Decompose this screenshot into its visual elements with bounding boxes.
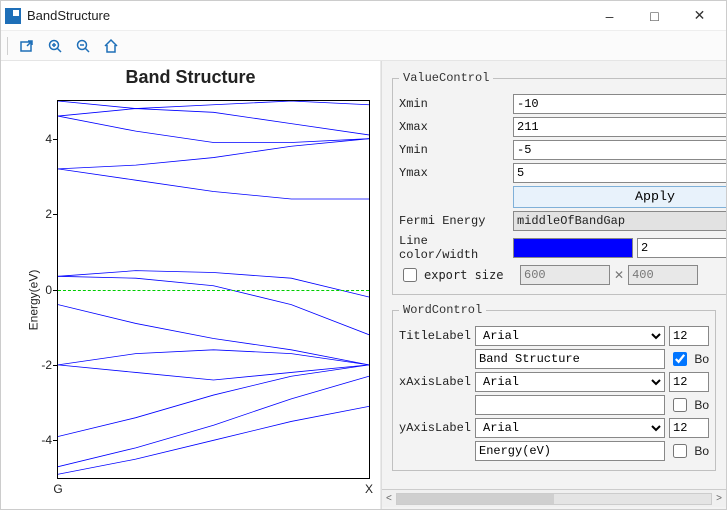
title-bold-checkbox[interactable] <box>673 352 687 366</box>
xaxis-bold-label: Bo <box>694 398 709 412</box>
fermi-line <box>58 290 369 291</box>
line-width-input[interactable] <box>637 238 726 258</box>
value-control-legend: ValueControl <box>399 71 493 85</box>
xmax-label: Xmax <box>399 120 509 134</box>
xaxis-bold-checkbox[interactable] <box>673 398 687 412</box>
export-size-checkbox[interactable] <box>403 268 417 282</box>
yaxis-size-input[interactable] <box>669 418 709 438</box>
word-control-legend: WordControl <box>399 303 486 317</box>
ymax-input[interactable] <box>513 163 726 183</box>
scroll-left-icon[interactable]: < <box>386 493 392 504</box>
ytick-label: -2 <box>41 358 52 372</box>
line-cw-label: Line color/width <box>399 234 509 262</box>
value-control-group: ValueControl Xmin Xmax Ymin Ymax <box>392 71 726 295</box>
zoom-in-icon[interactable] <box>46 37 64 55</box>
xmin-input[interactable] <box>513 94 726 114</box>
ytick-label: 4 <box>45 132 52 146</box>
ymin-label: Ymin <box>399 143 509 157</box>
app-window: BandStructure – □ ✕ Band Structure Energ… <box>0 0 727 510</box>
yaxis-text-input[interactable] <box>475 441 665 461</box>
titlebar: BandStructure – □ ✕ <box>1 1 726 31</box>
xtick-right: X <box>365 482 373 496</box>
close-button[interactable]: ✕ <box>677 2 722 30</box>
yaxislabel-label: yAxisLabel <box>399 421 471 435</box>
line-color-swatch[interactable] <box>513 238 633 258</box>
maximize-button[interactable]: □ <box>632 2 677 30</box>
yaxis-bold-label: Bo <box>694 444 709 458</box>
apply-button[interactable]: Apply <box>513 186 726 208</box>
fermi-label: Fermi Energy <box>399 214 509 228</box>
horizontal-scrollbar[interactable]: < > <box>382 489 726 507</box>
export-size-x: ✕ <box>614 268 624 282</box>
xaxis-size-input[interactable] <box>669 372 709 392</box>
toolbar-divider <box>7 37 8 55</box>
y-axis-label: Energy(eV) <box>26 269 40 330</box>
scroll-right-icon[interactable]: > <box>716 493 722 504</box>
export-width-input[interactable] <box>520 265 610 285</box>
ymax-label: Ymax <box>399 166 509 180</box>
export-icon[interactable] <box>18 37 36 55</box>
xaxislabel-label: xAxisLabel <box>399 375 471 389</box>
minimize-button[interactable]: – <box>587 2 632 30</box>
plot-area[interactable]: -4-2024GX <box>57 100 370 479</box>
chart-panel: Band Structure Energy(eV) -4-2024GX <box>1 61 381 509</box>
ytick-label: 2 <box>45 207 52 221</box>
yaxis-bold-checkbox[interactable] <box>673 444 687 458</box>
controls-panel: ValueControl Xmin Xmax Ymin Ymax <box>381 61 726 509</box>
toolbar <box>1 31 726 61</box>
yaxis-font-select[interactable]: Arial <box>475 418 665 438</box>
window-title: BandStructure <box>27 8 587 23</box>
title-font-select[interactable]: Arial <box>475 326 665 346</box>
xaxis-text-input[interactable] <box>475 395 665 415</box>
ytick-label: -4 <box>41 433 52 447</box>
xmax-input[interactable] <box>513 117 726 137</box>
zoom-out-icon[interactable] <box>74 37 92 55</box>
title-size-input[interactable] <box>669 326 709 346</box>
word-control-group: WordControl TitleLabel Arial Bo xAxisLab… <box>392 303 716 471</box>
ytick-label: 0 <box>45 283 52 297</box>
home-icon[interactable] <box>102 37 120 55</box>
ymin-input[interactable] <box>513 140 726 160</box>
export-height-input[interactable] <box>628 265 698 285</box>
xmin-label: Xmin <box>399 97 509 111</box>
chart-title: Band Structure <box>1 61 380 90</box>
titlelabel-label: TitleLabel <box>399 329 471 343</box>
title-text-input[interactable] <box>475 349 665 369</box>
app-icon <box>5 8 21 24</box>
xtick-left: G <box>53 482 62 496</box>
fermi-value: middleOfBandGap <box>513 211 726 231</box>
export-size-label: export size <box>424 268 516 282</box>
xaxis-font-select[interactable]: Arial <box>475 372 665 392</box>
title-bold-label: Bo <box>694 352 709 366</box>
